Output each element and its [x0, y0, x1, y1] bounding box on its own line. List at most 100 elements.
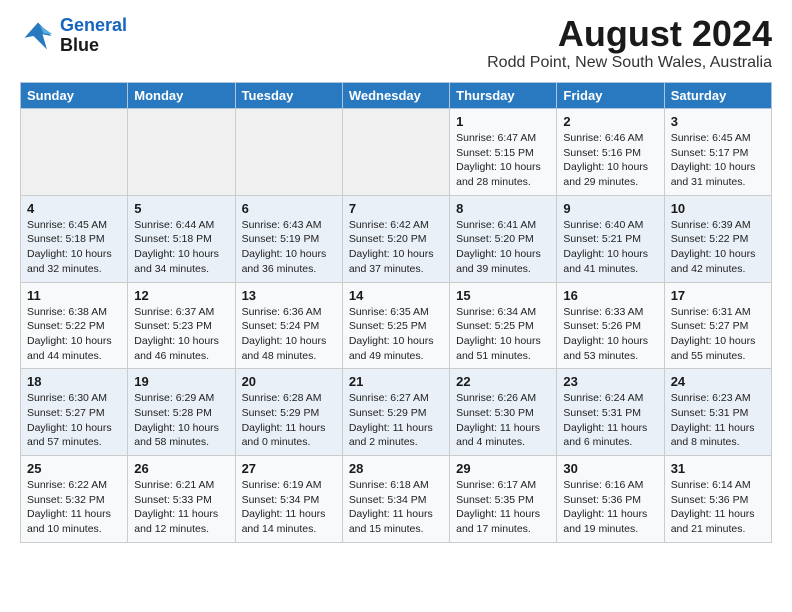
day-info: Sunrise: 6:24 AM Sunset: 5:31 PM Dayligh…	[563, 391, 657, 450]
day-info: Sunrise: 6:18 AM Sunset: 5:34 PM Dayligh…	[349, 478, 443, 537]
logo-text: GeneralBlue	[60, 16, 127, 56]
table-row	[21, 109, 128, 196]
header-friday: Friday	[557, 83, 664, 109]
table-row	[342, 109, 449, 196]
day-info: Sunrise: 6:45 AM Sunset: 5:17 PM Dayligh…	[671, 131, 765, 190]
day-number: 3	[671, 114, 765, 129]
day-info: Sunrise: 6:22 AM Sunset: 5:32 PM Dayligh…	[27, 478, 121, 537]
calendar-week-row: 25Sunrise: 6:22 AM Sunset: 5:32 PM Dayli…	[21, 456, 772, 543]
day-info: Sunrise: 6:42 AM Sunset: 5:20 PM Dayligh…	[349, 218, 443, 277]
table-row: 1Sunrise: 6:47 AM Sunset: 5:15 PM Daylig…	[450, 109, 557, 196]
table-row: 21 Sunrise: 6:27 AM Sunset: 5:29 PM Dayli…	[342, 369, 449, 456]
day-number: 30	[563, 461, 657, 476]
table-row: 28 Sunrise: 6:18 AM Sunset: 5:34 PM Dayli…	[342, 456, 449, 543]
day-number: 5	[134, 201, 228, 216]
day-info: Sunrise: 6:35 AM Sunset: 5:25 PM Dayligh…	[349, 305, 443, 364]
day-info: Sunrise: 6:34 AM Sunset: 5:25 PM Dayligh…	[456, 305, 550, 364]
table-row: 5 Sunrise: 6:44 AM Sunset: 5:18 PM Daylig…	[128, 195, 235, 282]
header-monday: Monday	[128, 83, 235, 109]
day-number: 19	[134, 374, 228, 389]
day-number: 18	[27, 374, 121, 389]
table-row	[128, 109, 235, 196]
calendar-week-row: 1Sunrise: 6:47 AM Sunset: 5:15 PM Daylig…	[21, 109, 772, 196]
calendar-header-row: Sunday Monday Tuesday Wednesday Thursday…	[21, 83, 772, 109]
table-row: 13 Sunrise: 6:36 AM Sunset: 5:24 PM Dayli…	[235, 282, 342, 369]
day-info: Sunrise: 6:19 AM Sunset: 5:34 PM Dayligh…	[242, 478, 336, 537]
day-info: Sunrise: 6:27 AM Sunset: 5:29 PM Dayligh…	[349, 391, 443, 450]
table-row: 30 Sunrise: 6:16 AM Sunset: 5:36 PM Dayli…	[557, 456, 664, 543]
day-info: Sunrise: 6:37 AM Sunset: 5:23 PM Dayligh…	[134, 305, 228, 364]
page: GeneralBlue August 2024 Rodd Point, New …	[0, 0, 792, 559]
header-thursday: Thursday	[450, 83, 557, 109]
day-number: 28	[349, 461, 443, 476]
header-wednesday: Wednesday	[342, 83, 449, 109]
header-saturday: Saturday	[664, 83, 771, 109]
table-row: 25Sunrise: 6:22 AM Sunset: 5:32 PM Dayli…	[21, 456, 128, 543]
day-number: 7	[349, 201, 443, 216]
day-info: Sunrise: 6:29 AM Sunset: 5:28 PM Dayligh…	[134, 391, 228, 450]
day-number: 9	[563, 201, 657, 216]
table-row	[235, 109, 342, 196]
day-number: 15	[456, 288, 550, 303]
day-number: 27	[242, 461, 336, 476]
day-number: 26	[134, 461, 228, 476]
day-number: 14	[349, 288, 443, 303]
day-info: Sunrise: 6:33 AM Sunset: 5:26 PM Dayligh…	[563, 305, 657, 364]
calendar-title: August 2024	[487, 16, 772, 52]
day-info: Sunrise: 6:28 AM Sunset: 5:29 PM Dayligh…	[242, 391, 336, 450]
day-info: Sunrise: 6:31 AM Sunset: 5:27 PM Dayligh…	[671, 305, 765, 364]
day-info: Sunrise: 6:14 AM Sunset: 5:36 PM Dayligh…	[671, 478, 765, 537]
table-row: 17 Sunrise: 6:31 AM Sunset: 5:27 PM Dayli…	[664, 282, 771, 369]
day-info: Sunrise: 6:23 AM Sunset: 5:31 PM Dayligh…	[671, 391, 765, 450]
logo: GeneralBlue	[20, 16, 127, 56]
day-info: Sunrise: 6:16 AM Sunset: 5:36 PM Dayligh…	[563, 478, 657, 537]
calendar-table: Sunday Monday Tuesday Wednesday Thursday…	[20, 82, 772, 543]
day-info: Sunrise: 6:39 AM Sunset: 5:22 PM Dayligh…	[671, 218, 765, 277]
day-info: Sunrise: 6:26 AM Sunset: 5:30 PM Dayligh…	[456, 391, 550, 450]
day-number: 13	[242, 288, 336, 303]
table-row: 19 Sunrise: 6:29 AM Sunset: 5:28 PM Dayli…	[128, 369, 235, 456]
day-number: 1	[456, 114, 550, 129]
table-row: 31 Sunrise: 6:14 AM Sunset: 5:36 PM Dayli…	[664, 456, 771, 543]
day-number: 21	[349, 374, 443, 389]
day-number: 20	[242, 374, 336, 389]
day-info: Sunrise: 6:44 AM Sunset: 5:18 PM Dayligh…	[134, 218, 228, 277]
table-row: 27 Sunrise: 6:19 AM Sunset: 5:34 PM Dayli…	[235, 456, 342, 543]
table-row: 26 Sunrise: 6:21 AM Sunset: 5:33 PM Dayli…	[128, 456, 235, 543]
header-tuesday: Tuesday	[235, 83, 342, 109]
table-row: 10 Sunrise: 6:39 AM Sunset: 5:22 PM Dayli…	[664, 195, 771, 282]
day-number: 2	[563, 114, 657, 129]
logo-bird-icon	[20, 18, 56, 54]
calendar-week-row: 18 Sunrise: 6:30 AM Sunset: 5:27 PM Dayli…	[21, 369, 772, 456]
day-number: 23	[563, 374, 657, 389]
table-row: 3 Sunrise: 6:45 AM Sunset: 5:17 PM Daylig…	[664, 109, 771, 196]
day-number: 10	[671, 201, 765, 216]
day-number: 6	[242, 201, 336, 216]
table-row: 24Sunrise: 6:23 AM Sunset: 5:31 PM Dayli…	[664, 369, 771, 456]
day-number: 11	[27, 288, 121, 303]
table-row: 23 Sunrise: 6:24 AM Sunset: 5:31 PM Dayli…	[557, 369, 664, 456]
day-info: Sunrise: 6:17 AM Sunset: 5:35 PM Dayligh…	[456, 478, 550, 537]
table-row: 9Sunrise: 6:40 AM Sunset: 5:21 PM Daylig…	[557, 195, 664, 282]
day-info: Sunrise: 6:46 AM Sunset: 5:16 PM Dayligh…	[563, 131, 657, 190]
table-row: 15 Sunrise: 6:34 AM Sunset: 5:25 PM Dayli…	[450, 282, 557, 369]
header-sunday: Sunday	[21, 83, 128, 109]
day-info: Sunrise: 6:45 AM Sunset: 5:18 PM Dayligh…	[27, 218, 121, 277]
table-row: 2 Sunrise: 6:46 AM Sunset: 5:16 PM Daylig…	[557, 109, 664, 196]
table-row: 8Sunrise: 6:41 AM Sunset: 5:20 PM Daylig…	[450, 195, 557, 282]
table-row: 4Sunrise: 6:45 AM Sunset: 5:18 PM Daylig…	[21, 195, 128, 282]
day-info: Sunrise: 6:36 AM Sunset: 5:24 PM Dayligh…	[242, 305, 336, 364]
table-row: 7 Sunrise: 6:42 AM Sunset: 5:20 PM Daylig…	[342, 195, 449, 282]
day-info: Sunrise: 6:21 AM Sunset: 5:33 PM Dayligh…	[134, 478, 228, 537]
table-row: 22Sunrise: 6:26 AM Sunset: 5:30 PM Dayli…	[450, 369, 557, 456]
day-number: 31	[671, 461, 765, 476]
table-row: 12Sunrise: 6:37 AM Sunset: 5:23 PM Dayli…	[128, 282, 235, 369]
calendar-week-row: 4Sunrise: 6:45 AM Sunset: 5:18 PM Daylig…	[21, 195, 772, 282]
day-info: Sunrise: 6:43 AM Sunset: 5:19 PM Dayligh…	[242, 218, 336, 277]
calendar-week-row: 11Sunrise: 6:38 AM Sunset: 5:22 PM Dayli…	[21, 282, 772, 369]
day-info: Sunrise: 6:30 AM Sunset: 5:27 PM Dayligh…	[27, 391, 121, 450]
table-row: 18 Sunrise: 6:30 AM Sunset: 5:27 PM Dayli…	[21, 369, 128, 456]
day-number: 17	[671, 288, 765, 303]
header: GeneralBlue August 2024 Rodd Point, New …	[20, 16, 772, 72]
calendar-subtitle: Rodd Point, New South Wales, Australia	[487, 54, 772, 72]
